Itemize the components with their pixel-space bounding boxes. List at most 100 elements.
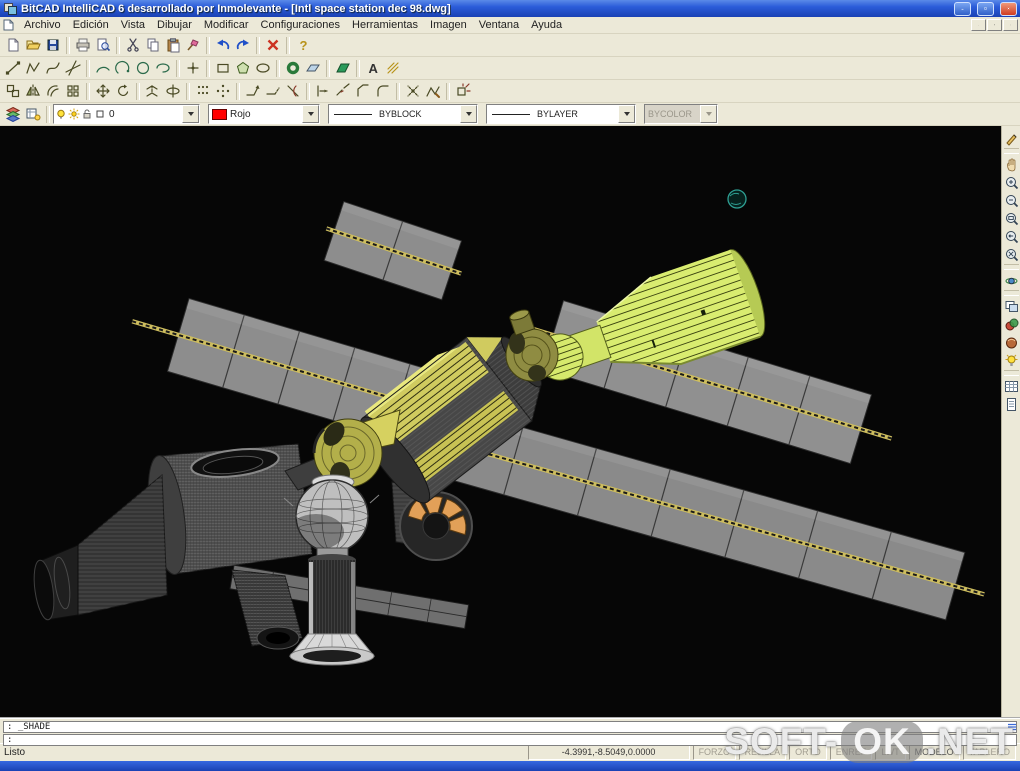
window-title: BitCAD IntelliCAD 6 desarrollado por Inm… — [21, 3, 451, 15]
lineweight-combo[interactable]: BYLAYER — [486, 104, 636, 124]
array-polar-tool[interactable] — [213, 82, 233, 101]
paste-button[interactable] — [163, 36, 183, 55]
menu-edicion[interactable]: Edición — [67, 18, 115, 32]
copy-button[interactable] — [143, 36, 163, 55]
pan-button[interactable] — [1003, 156, 1020, 173]
layer-explorer-button[interactable] — [23, 105, 43, 124]
hatch-tool[interactable] — [383, 59, 403, 78]
point-tool[interactable] — [183, 59, 203, 78]
cut-button[interactable] — [123, 36, 143, 55]
ellipse-tool[interactable] — [253, 59, 273, 78]
watermark-soft: SOFT- — [724, 721, 838, 762]
arc-3pt-tool[interactable] — [113, 59, 133, 78]
save-button[interactable] — [43, 36, 63, 55]
render-button[interactable] — [1003, 316, 1020, 333]
explode-block-tool[interactable] — [453, 82, 473, 101]
close-button[interactable] — [1000, 2, 1017, 16]
materials-button[interactable] — [1003, 334, 1020, 351]
trim-tool[interactable] — [283, 82, 303, 101]
copy-entity-tool[interactable] — [3, 82, 23, 101]
rotate-tool[interactable] — [113, 82, 133, 101]
layer-on-icon — [55, 108, 67, 120]
break-tool[interactable] — [333, 82, 353, 101]
menu-dibujar[interactable]: Dibujar — [151, 18, 198, 32]
modify-toolbar — [0, 80, 1020, 103]
linetype-combo[interactable]: BYBLOCK — [328, 104, 478, 124]
chamfer-tool[interactable] — [353, 82, 373, 101]
layer-color-icon — [94, 108, 106, 120]
menu-archivo[interactable]: Archivo — [18, 18, 67, 32]
document-icon[interactable] — [2, 19, 15, 31]
new-button[interactable] — [3, 36, 23, 55]
title-bar[interactable]: BitCAD IntelliCAD 6 desarrollado por Inm… — [0, 0, 1020, 17]
arc-tool[interactable] — [93, 59, 113, 78]
color-combo[interactable]: Rojo — [208, 104, 320, 124]
fillet-tool[interactable] — [373, 82, 393, 101]
zoom-out-button[interactable] — [1003, 192, 1020, 209]
extend-tool[interactable] — [313, 82, 333, 101]
table-button[interactable] — [1003, 378, 1020, 395]
lights-button[interactable] — [1003, 352, 1020, 369]
sheet-button[interactable] — [1003, 396, 1020, 413]
redraw-button[interactable] — [1003, 130, 1020, 147]
polygon-tool[interactable] — [233, 59, 253, 78]
zoom-previous-button[interactable] — [1003, 228, 1020, 245]
array-tool[interactable] — [63, 82, 83, 101]
match-properties-button[interactable] — [183, 36, 203, 55]
menu-herramientas[interactable]: Herramientas — [346, 18, 424, 32]
array-rect-tool[interactable] — [193, 82, 213, 101]
zoom-extents-button[interactable] — [1003, 246, 1020, 263]
print-button[interactable] — [73, 36, 93, 55]
polyline-tool[interactable] — [23, 59, 43, 78]
color-combo-arrow[interactable] — [302, 105, 319, 123]
delete-button[interactable] — [263, 36, 283, 55]
maximize-button[interactable] — [977, 2, 994, 16]
rotate-3d-tool[interactable] — [163, 82, 183, 101]
mirror-3d-tool[interactable] — [143, 82, 163, 101]
construction-line-tool[interactable] — [63, 59, 83, 78]
drawing-viewport[interactable] — [0, 126, 1001, 717]
print-preview-button[interactable] — [93, 36, 113, 55]
open-button[interactable] — [23, 36, 43, 55]
orbit-button[interactable] — [1003, 272, 1020, 289]
line-tool[interactable] — [3, 59, 23, 78]
spline-tool[interactable] — [43, 59, 63, 78]
menu-imagen[interactable]: Imagen — [424, 18, 473, 32]
menu-configuraciones[interactable]: Configuraciones — [255, 18, 347, 32]
layer-combo-arrow[interactable] — [182, 105, 199, 123]
move-tool[interactable] — [93, 82, 113, 101]
lineweight-combo-arrow[interactable] — [618, 105, 635, 123]
undo-button[interactable] — [213, 36, 233, 55]
stretch-tool[interactable] — [243, 82, 263, 101]
child-minimize-button[interactable] — [971, 19, 986, 31]
explode-tool[interactable] — [403, 82, 423, 101]
lengthen-tool[interactable] — [263, 82, 283, 101]
child-close-button[interactable] — [1003, 19, 1018, 31]
redo-button[interactable] — [233, 36, 253, 55]
zoom-in-button[interactable] — [1003, 174, 1020, 191]
layer-unlock-icon — [81, 108, 93, 120]
circle-tool[interactable] — [133, 59, 153, 78]
solid-tool[interactable] — [333, 59, 353, 78]
edit-polyline-tool[interactable] — [423, 82, 443, 101]
layers-button[interactable] — [3, 105, 23, 124]
zoom-window-button[interactable] — [1003, 210, 1020, 227]
named-views-button[interactable] — [1003, 298, 1020, 315]
minimize-button[interactable] — [954, 2, 971, 16]
offset-tool[interactable] — [43, 82, 63, 101]
rectangle-tool[interactable] — [213, 59, 233, 78]
help-button[interactable]: ? — [293, 36, 313, 55]
plane-tool[interactable] — [303, 59, 323, 78]
child-restore-button[interactable] — [987, 19, 1002, 31]
menu-ventana[interactable]: Ventana — [473, 18, 525, 32]
linetype-combo-arrow[interactable] — [460, 105, 477, 123]
view-toolbar — [1001, 126, 1020, 717]
mirror-tool[interactable] — [23, 82, 43, 101]
text-tool[interactable]: A — [363, 59, 383, 78]
menu-ayuda[interactable]: Ayuda — [525, 18, 568, 32]
menu-modificar[interactable]: Modificar — [198, 18, 255, 32]
ellipse-arc-tool[interactable] — [153, 59, 173, 78]
donut-tool[interactable] — [283, 59, 303, 78]
layer-combo[interactable]: 0 — [53, 104, 200, 124]
menu-vista[interactable]: Vista — [115, 18, 151, 32]
